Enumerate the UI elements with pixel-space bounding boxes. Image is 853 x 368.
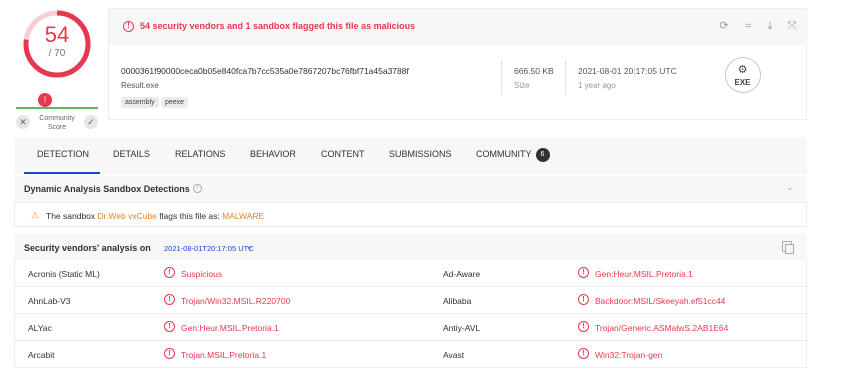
tab-content[interactable]: CONTENT [321, 137, 365, 174]
vendor-result: Gen:Heur.MSIL.Pretoria.1 [181, 323, 279, 333]
tab-label: SUBMISSIONS [389, 149, 452, 159]
vendor-name: ALYac [28, 323, 52, 333]
tab-bar: DETECTION DETAILS RELATIONS BEHAVIOR CON… [14, 137, 807, 174]
tab-label: DETECTION [37, 149, 90, 159]
tab-label: COMMUNITY [476, 149, 532, 159]
file-size-label: Size [514, 81, 530, 90]
tab-community[interactable]: COMMUNITY 6 [476, 137, 550, 174]
sandbox-detection-row: ⚠ The sandbox Dr.Web vxCube flags this f… [14, 202, 807, 227]
analysis-date-selector[interactable]: 2021-08-01T20:17:05 UTC [164, 244, 254, 253]
tab-label: RELATIONS [175, 149, 226, 159]
sandbox-middle: flags this file as: [159, 211, 220, 221]
vendor-result: Backdoor:MSIL/Skeeyah.ef51cc44 [595, 296, 726, 306]
sandbox-prefix: The sandbox [46, 211, 96, 221]
alert-banner: ! 54 security vendors and 1 sandbox flag… [109, 9, 808, 45]
vendor-name: Arcabit [28, 350, 55, 360]
score-total: / 70 [48, 48, 66, 59]
vendor-result: Suspicious [181, 269, 223, 279]
section-title: Dynamic Analysis Sandbox Detections [24, 184, 190, 194]
vendor-name: Avast [443, 350, 465, 360]
sandbox-name-link[interactable]: Dr.Web vxCube [98, 211, 157, 221]
community-score-bar [16, 107, 98, 109]
alert-icon: ! [578, 294, 589, 305]
alert-icon: ! [578, 267, 589, 278]
tab-label: BEHAVIOR [250, 149, 296, 159]
vendor-result: Gen:Heur.MSIL.Pretoria.1 [595, 269, 693, 279]
detection-score: 54 / 70 ! ✕ Community Score ✓ [14, 8, 100, 131]
vendor-result: Trojan/Generic.ASMalwS.2AB1E64 [595, 323, 729, 333]
vendor-name: AhnLab-V3 [28, 296, 71, 306]
vote-malicious-button[interactable]: ✕ [16, 115, 30, 129]
file-type-badge: ⚙ EXE [725, 57, 761, 93]
tab-detection[interactable]: DETECTION [24, 137, 100, 174]
divider [565, 61, 566, 95]
alert-icon: ! [164, 321, 175, 332]
info-icon[interactable]: i [193, 184, 202, 193]
vendor-name: Alibaba [443, 296, 472, 306]
warning-icon: ⚠ [31, 210, 40, 220]
alert-icon: ! [38, 93, 52, 107]
download-icon[interactable]: ⤓ [763, 19, 777, 33]
alert-icon: ! [123, 21, 134, 32]
file-hash[interactable]: 0000361f90000ceca0b05e840fca7b7cc535a0e7… [121, 66, 409, 76]
reanalyze-icon[interactable]: ⟳ [717, 19, 731, 33]
file-name: Result.exe [121, 81, 159, 90]
file-size: 666.50 KB [514, 66, 554, 76]
table-row: Acronis (Static ML) ! Suspicious Ad-Awar… [14, 260, 807, 287]
tab-label: DETAILS [113, 149, 150, 159]
tag-assembly[interactable]: assembly [121, 97, 159, 108]
alert-icon: ! [578, 321, 589, 332]
tab-submissions[interactable]: SUBMISSIONS [389, 137, 452, 174]
graph-icon[interactable]: ⤧ [785, 19, 799, 33]
sandbox-verdict-text: The sandbox Dr.Web vxCube flags this fil… [46, 211, 264, 221]
similar-icon[interactable]: ≈ [741, 19, 755, 33]
community-count-badge: 6 [535, 147, 550, 162]
vendor-name: Antiy-AVL [443, 323, 481, 333]
alert-icon: ! [164, 294, 175, 305]
vendors-section-header: Security vendors' analysis on 2021-08-01… [14, 233, 807, 260]
table-row: Arcabit ! Trojan.MSIL.Pretoria.1 Avast !… [14, 341, 807, 368]
community-score-label: Community Score [39, 115, 75, 131]
tab-details[interactable]: DETAILS [113, 137, 150, 174]
file-type-label: EXE [734, 78, 751, 87]
collapse-icon[interactable]: ⌄ [786, 182, 794, 193]
vendor-name: Acronis (Static ML) [28, 269, 100, 279]
chevron-down-icon[interactable]: ⌄ [246, 242, 253, 251]
tab-label: CONTENT [321, 149, 365, 159]
alert-icon: ! [164, 267, 175, 278]
tab-behavior[interactable]: BEHAVIOR [250, 137, 296, 174]
table-row: AhnLab-V3 ! Trojan/Win32.MSIL.R220700 Al… [14, 287, 807, 314]
sandbox-section-header[interactable]: Dynamic Analysis Sandbox Detections i ⌄ [14, 176, 807, 201]
alert-text: 54 security vendors and 1 sandbox flagge… [140, 21, 416, 31]
tag-peexe[interactable]: peexe [161, 97, 189, 108]
analysis-age: 1 year ago [578, 81, 616, 90]
vendor-name: Ad-Aware [443, 269, 481, 279]
tab-relations[interactable]: RELATIONS [175, 137, 225, 174]
file-summary: ! 54 security vendors and 1 sandbox flag… [108, 8, 808, 120]
copy-icon[interactable] [782, 241, 794, 254]
alert-icon: ! [578, 348, 589, 359]
vendor-result: Trojan/Win32.MSIL.R220700 [181, 296, 291, 306]
alert-icon: ! [164, 348, 175, 359]
sandbox-verdict: MALWARE [222, 211, 265, 221]
vendor-result: Win32:Trojan-gen [595, 350, 663, 360]
analysis-date: 2021-08-01 20:17:05 UTC [578, 66, 677, 76]
vote-harmless-button[interactable]: ✓ [84, 115, 98, 129]
section-title: Security vendors' analysis on [24, 243, 151, 253]
gears-icon: ⚙ [737, 64, 748, 76]
table-row: ALYac ! Gen:Heur.MSIL.Pretoria.1 Antiy-A… [14, 314, 807, 341]
vendor-result: Trojan.MSIL.Pretoria.1 [181, 350, 267, 360]
divider [501, 61, 502, 95]
score-detections: 54 [44, 22, 70, 47]
